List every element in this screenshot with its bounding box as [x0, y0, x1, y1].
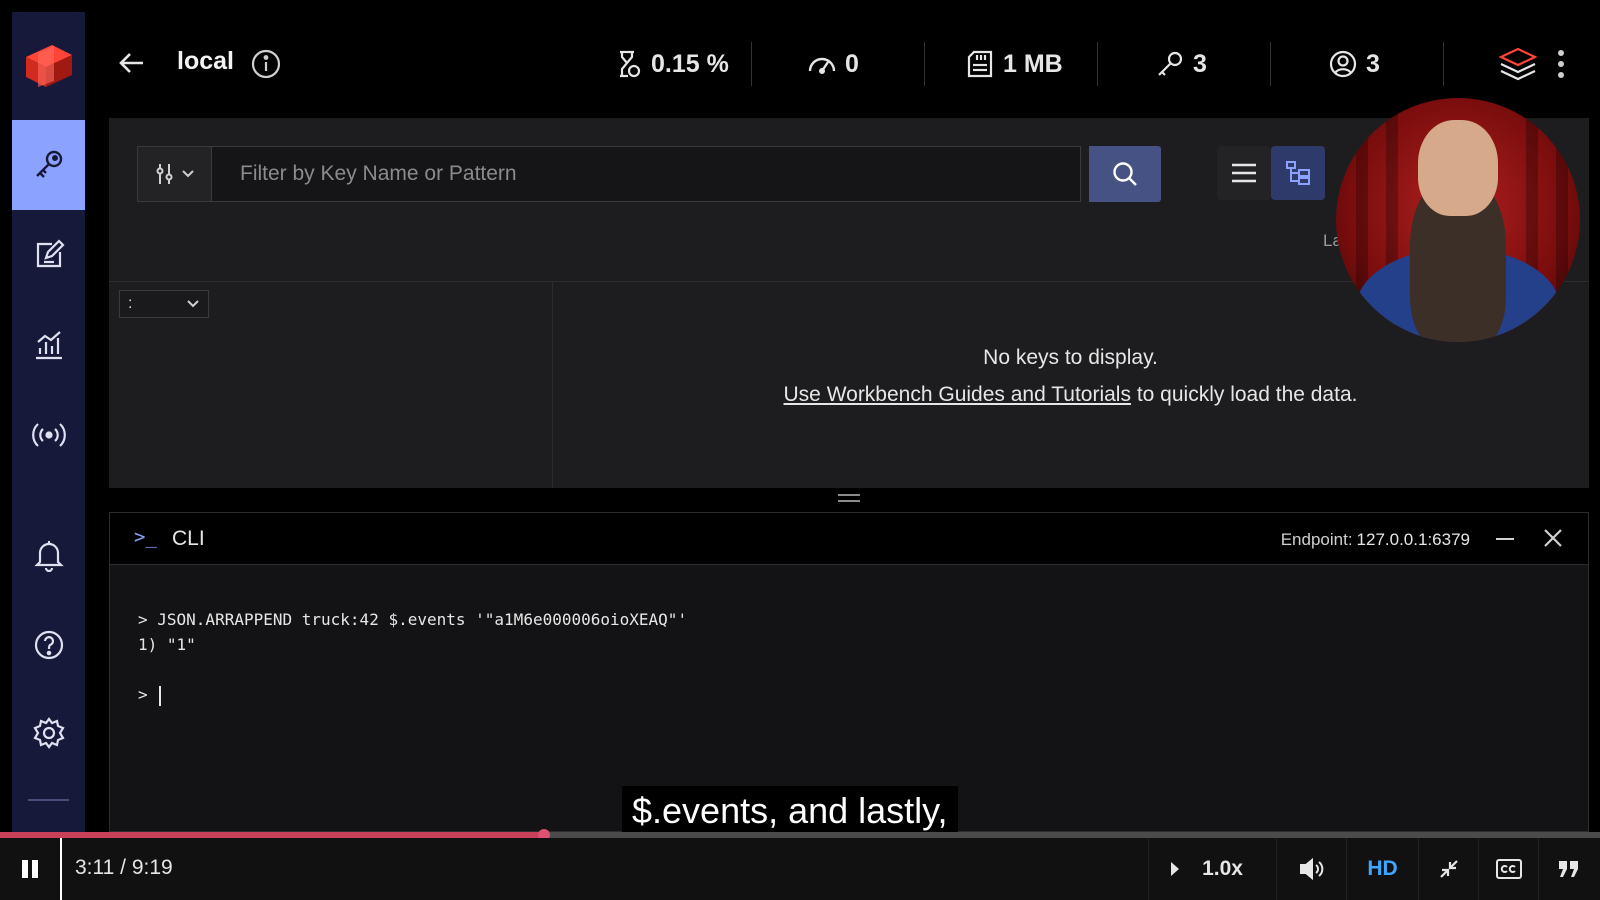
sidebar-item-browser[interactable] [12, 120, 85, 210]
tree-view-icon [1286, 161, 1310, 185]
terminal-icon: >_ [134, 526, 157, 548]
bell-icon [33, 541, 64, 572]
key-icon [1158, 51, 1183, 76]
cli-title: CLI [172, 527, 205, 550]
layers-icon[interactable] [1498, 46, 1538, 82]
empty-state-message: Use Workbench Guides and Tutorials to qu… [552, 383, 1589, 407]
endpoint-info: Endpoint: 127.0.0.1:6379 [1281, 530, 1470, 550]
sidebar-divider [28, 799, 69, 801]
chevron-down-icon [187, 300, 199, 308]
list-icon [1232, 163, 1256, 183]
transcript-button[interactable] [1538, 838, 1598, 900]
minimize-icon[interactable] [1496, 528, 1518, 550]
cli-header: >_ CLI Endpoint: 127.0.0.1:6379 [110, 513, 1588, 565]
playback-speed-button[interactable]: 1.0x [1148, 838, 1264, 900]
analytics-icon [35, 331, 62, 360]
video-controls: 3:11 / 9:19 1.0x HD [0, 838, 1600, 900]
speedometer-icon [808, 57, 836, 75]
exit-fullscreen-button[interactable] [1418, 838, 1478, 900]
ops-stat: 0 [807, 44, 859, 84]
help-icon [34, 630, 63, 660]
play-triangle-icon [1171, 862, 1180, 876]
captions-button[interactable] [1478, 838, 1538, 900]
presenter-webcam [1336, 98, 1580, 342]
clients-stat: 3 [1328, 44, 1380, 84]
hourglass-icon [620, 50, 641, 78]
text-cursor [159, 685, 162, 706]
cli-command-line: > JSON.ARRAPPEND truck:42 $.events '"a1M… [138, 610, 688, 629]
stat-separator [1097, 42, 1098, 86]
endpoint-value: 127.0.0.1:6379 [1356, 530, 1470, 549]
database-name: local [177, 47, 234, 75]
stat-separator [924, 42, 925, 86]
stat-separator [751, 42, 752, 86]
cpu-value: 0.15 % [651, 49, 729, 78]
volume-button[interactable] [1276, 838, 1346, 900]
cli-output: > JSON.ARRAPPEND truck:42 $.events '"a1M… [138, 607, 687, 707]
closed-captions-icon [1495, 859, 1522, 879]
memory-stat: 1 MB [965, 44, 1063, 84]
quote-icon [1558, 861, 1578, 877]
info-icon[interactable] [250, 48, 282, 80]
filter-sliders-icon [156, 164, 172, 184]
clients-value: 3 [1366, 49, 1380, 78]
cpu-stat: 0.15 % [613, 44, 729, 84]
sidebar-item-analytics[interactable] [12, 300, 85, 390]
cli-response-line: 1) "1" [138, 635, 196, 654]
tree-view-button[interactable] [1271, 146, 1325, 200]
volume-icon [1299, 857, 1323, 881]
quality-value: HD [1367, 857, 1398, 880]
redis-logo[interactable] [12, 12, 85, 120]
endpoint-label: Endpoint: [1280, 530, 1353, 549]
user-circle-icon [1329, 50, 1357, 78]
ops-value: 0 [845, 49, 859, 78]
search-button[interactable] [1089, 146, 1161, 202]
sidebar-item-notifications[interactable] [12, 510, 85, 600]
quality-button[interactable]: HD [1346, 838, 1418, 900]
cli-panel: >_ CLI Endpoint: 127.0.0.1:6379 > JSON.AR… [109, 512, 1589, 832]
cli-input[interactable]: > [138, 682, 687, 707]
memory-value: 1 MB [1003, 49, 1063, 78]
key-type-filter[interactable] [137, 146, 211, 202]
keys-stat: 3 [1155, 44, 1207, 84]
keys-value: 3 [1193, 49, 1207, 78]
search-field [211, 146, 1081, 202]
video-subtitle: $.events, and lastly, [622, 786, 958, 836]
sidebar-item-help[interactable] [12, 600, 85, 690]
gear-icon [32, 717, 65, 749]
redis-logo-icon [25, 45, 72, 87]
edit-icon [36, 239, 65, 268]
chevron-down-icon [181, 170, 194, 178]
playback-speed-value: 1.0x [1202, 857, 1243, 880]
memory-card-icon [967, 50, 993, 78]
search-icon [1113, 162, 1137, 186]
stat-separator [1270, 42, 1271, 86]
list-view-button[interactable] [1217, 146, 1271, 200]
sidebar-item-settings[interactable] [12, 688, 85, 778]
workbench-guides-link[interactable]: Use Workbench Guides and Tutorials [784, 383, 1131, 406]
sidebar [12, 12, 85, 832]
top-bar: local 0.15 % 0 1 MB 3 3 [85, 0, 1600, 118]
video-time: 3:11 / 9:19 [75, 856, 173, 879]
more-options-icon[interactable] [1555, 48, 1567, 80]
collapse-icon [1439, 860, 1458, 878]
sidebar-item-pubsub[interactable] [12, 390, 85, 480]
broadcast-icon [31, 423, 66, 447]
pause-icon [22, 860, 38, 878]
stat-separator [1443, 42, 1444, 86]
key-icon [35, 150, 62, 178]
sidebar-item-workbench[interactable] [12, 210, 85, 300]
delimiter-value: : [128, 295, 133, 312]
pause-button[interactable] [0, 838, 62, 900]
back-arrow-icon[interactable] [115, 46, 149, 80]
empty-state-suffix: to quickly load the data. [1130, 383, 1358, 406]
resize-handle[interactable] [838, 494, 860, 502]
close-icon[interactable] [1542, 527, 1564, 549]
delimiter-select[interactable]: : [119, 290, 209, 318]
cli-input-prompt: > [138, 685, 158, 704]
search-input[interactable] [212, 147, 1080, 201]
empty-state-title: No keys to display. [983, 346, 1158, 369]
